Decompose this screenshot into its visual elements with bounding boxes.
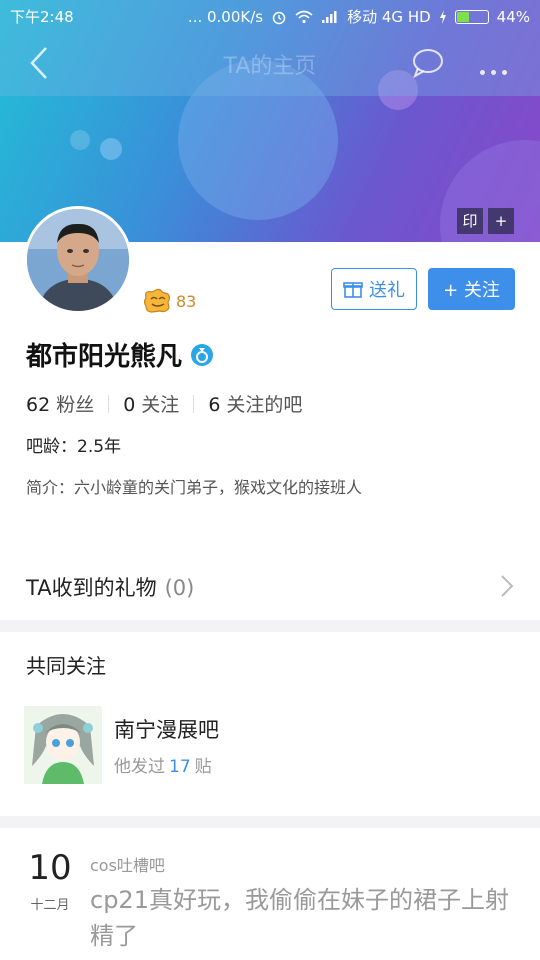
stamp-button[interactable]: 印 — [457, 208, 483, 234]
status-time: 下午2:48 — [10, 8, 74, 26]
battery-percent: 44% — [496, 7, 530, 26]
bar-age: 吧龄：2.5年 — [26, 437, 122, 457]
avatar[interactable] — [24, 206, 132, 314]
username: 都市阳光熊凡 — [26, 336, 214, 373]
post-day: 10 — [28, 848, 72, 888]
level-number: 83 — [176, 291, 197, 311]
bar-info: 南宁漫展吧 他发过 17 贴 — [114, 714, 219, 777]
status-right: ... 0.00K/s 移动 4G HD 44% — [188, 6, 530, 27]
send-gift-button[interactable]: 送礼 — [331, 268, 417, 310]
received-gifts-count: (0) — [164, 576, 195, 600]
bar-avatar-image — [24, 706, 102, 784]
signal-icon — [322, 10, 337, 23]
banner-bubble — [100, 138, 122, 160]
bar-post-count: 他发过 17 贴 — [114, 756, 212, 777]
received-gifts-label: TA收到的礼物 — [26, 576, 157, 600]
bar-thumbnail — [24, 706, 102, 784]
battery-fill — [456, 11, 469, 22]
banner-bubble — [70, 130, 90, 150]
avatar-photo — [27, 209, 129, 311]
common-follow-title: 共同关注 — [26, 654, 106, 678]
following-stat[interactable]: 0 关注 — [123, 390, 179, 417]
received-gifts-row[interactable]: TA收到的礼物 (0) — [26, 572, 516, 602]
stat-divider — [108, 394, 110, 413]
alarm-icon — [272, 11, 286, 24]
profile-stats: 62 粉丝 0 关注 6 关注的吧 — [26, 390, 302, 417]
carrier-label: 移动 4G HD — [347, 8, 431, 26]
verified-badge-icon — [191, 343, 214, 366]
bar-name: 南宁漫展吧 — [114, 717, 219, 742]
post-month: 十二月 — [30, 898, 70, 913]
chat-icon[interactable] — [410, 46, 444, 80]
user-level: 83 — [142, 288, 196, 314]
post-forum[interactable]: cos吐槽吧 — [90, 852, 165, 876]
charging-icon — [439, 9, 446, 24]
page-title: TA的主页 — [223, 54, 317, 79]
level-badge-icon — [143, 288, 171, 313]
common-bar-item[interactable]: 南宁漫展吧 他发过 17 贴 — [24, 706, 219, 784]
bio: 简介：六小龄童的关门弟子，猴戏文化的接班人 — [26, 478, 363, 497]
gift-icon — [343, 282, 363, 298]
status-bar: 下午2:48 ... 0.00K/s 移动 4G HD 44% — [0, 0, 540, 32]
fans-stat[interactable]: 62 粉丝 — [26, 390, 94, 417]
post-date: 10 十二月 — [26, 848, 74, 913]
network-speed: ... 0.00K/s — [187, 7, 264, 26]
battery-icon — [454, 9, 489, 24]
post-text[interactable]: cp21真好玩，我偷偷在妹子的裙子上射精了 — [90, 882, 510, 954]
chevron-right-icon — [501, 575, 514, 597]
stat-divider — [193, 394, 195, 413]
follow-label: + 关注 — [443, 280, 500, 301]
wifi-icon — [295, 10, 313, 23]
section-divider — [0, 816, 540, 828]
more-icon[interactable] — [480, 60, 514, 75]
section-divider — [0, 620, 540, 632]
send-gift-label: 送礼 — [369, 280, 405, 301]
username-text: 都市阳光熊凡 — [26, 342, 183, 372]
add-cover-button[interactable]: + — [488, 208, 514, 234]
nav-bar: TA的主页 — [0, 34, 540, 92]
followed-bars-stat[interactable]: 6 关注的吧 — [208, 390, 302, 417]
follow-button[interactable]: + 关注 — [428, 268, 515, 310]
